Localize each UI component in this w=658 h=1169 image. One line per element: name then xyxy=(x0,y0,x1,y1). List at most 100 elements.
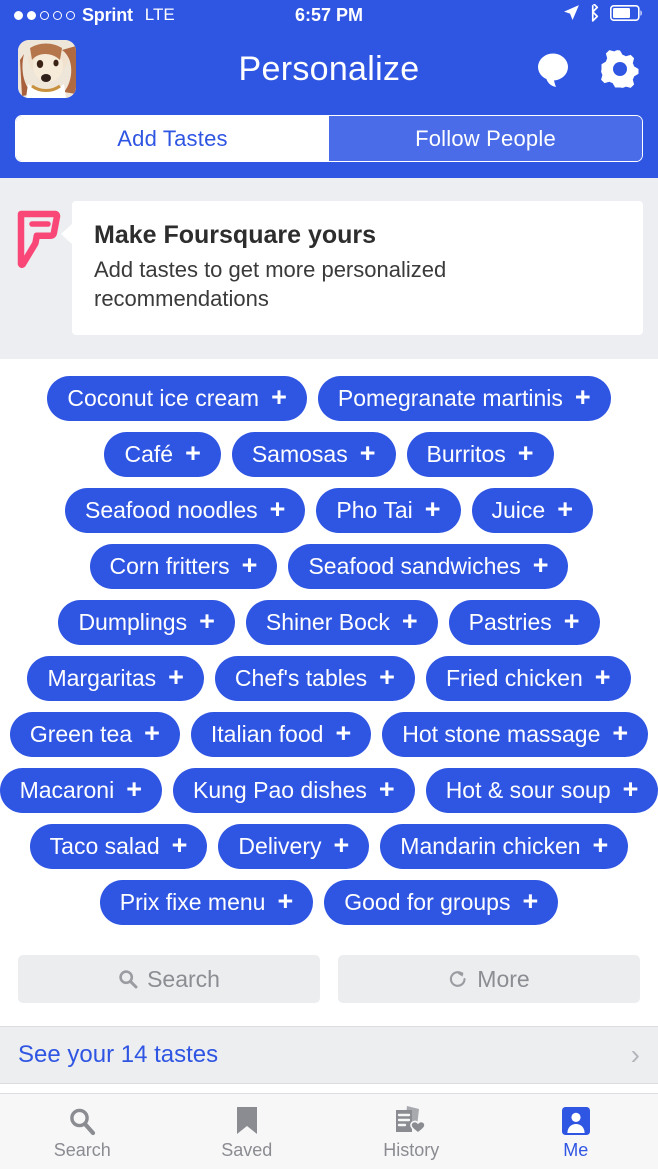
taste-pill[interactable]: Pastries + xyxy=(448,600,600,645)
taste-pill-label: Delivery xyxy=(238,833,322,859)
add-taste-icon[interactable]: + xyxy=(277,888,293,915)
taste-row: Margaritas + Chef's tables + Fried chicken + xyxy=(10,656,648,701)
tab-me[interactable]: Me xyxy=(494,1094,658,1169)
taste-pill[interactable]: Green tea + xyxy=(9,712,180,757)
avatar[interactable] xyxy=(18,40,76,98)
signal-dot xyxy=(40,10,49,20)
taste-pill[interactable]: Burritos + xyxy=(406,432,554,477)
taste-pill[interactable]: Corn fritters + xyxy=(89,544,278,589)
taste-pill-label: Seafood sandwiches xyxy=(308,553,521,579)
taste-pill-label: Coconut ice cream xyxy=(67,385,260,411)
taste-pill[interactable]: Samosas + xyxy=(231,432,396,477)
add-taste-icon[interactable]: + xyxy=(271,384,287,411)
taste-pill-label: Pomegranate martinis xyxy=(337,385,563,411)
search-button[interactable]: Search xyxy=(18,955,320,1003)
add-taste-icon[interactable]: + xyxy=(425,496,441,523)
add-taste-icon[interactable]: + xyxy=(335,720,351,747)
history-receipt-heart-icon xyxy=(394,1102,428,1136)
add-taste-icon[interactable]: + xyxy=(557,496,573,523)
taste-pill[interactable]: Macaroni + xyxy=(0,768,162,813)
taste-pill-label: Prix fixe menu xyxy=(119,889,266,915)
taste-pill-label: Green tea xyxy=(29,721,133,747)
taste-pill[interactable]: Chef's tables + xyxy=(214,656,415,701)
taste-pill[interactable]: Italian food + xyxy=(190,712,372,757)
taste-pill-label: Good for groups xyxy=(344,889,511,915)
add-taste-icon[interactable]: + xyxy=(518,440,534,467)
tab-saved[interactable]: Saved xyxy=(165,1094,330,1169)
add-taste-icon[interactable]: + xyxy=(242,552,258,579)
add-taste-icon[interactable]: + xyxy=(402,608,418,635)
taste-pill[interactable]: Pomegranate martinis + xyxy=(317,376,611,421)
taste-pill[interactable]: Hot stone massage + xyxy=(382,712,649,757)
add-taste-icon[interactable]: + xyxy=(185,440,201,467)
taste-pill[interactable]: Pho Tai + xyxy=(316,488,461,533)
taste-pill-label: Margaritas xyxy=(47,665,157,691)
add-taste-icon[interactable]: + xyxy=(522,888,538,915)
taste-row: Dumplings + Shiner Bock + Pastries + xyxy=(10,600,648,645)
taste-pill[interactable]: Hot & sour soup + xyxy=(425,768,658,813)
signal-strength-icon xyxy=(14,10,75,20)
carrier-label: Sprint xyxy=(82,4,133,25)
network-type-label: LTE xyxy=(144,5,175,24)
taste-pill-label: Mandarin chicken xyxy=(400,833,581,859)
tab-search[interactable]: Search xyxy=(0,1094,165,1169)
taste-pill-label: Juice xyxy=(491,497,546,523)
taste-pill-label: Macaroni xyxy=(19,777,115,803)
add-taste-icon[interactable]: + xyxy=(126,776,142,803)
add-taste-icon[interactable]: + xyxy=(593,832,609,859)
status-bar-right xyxy=(563,1,644,27)
add-taste-icon[interactable]: + xyxy=(575,384,591,411)
add-taste-icon[interactable]: + xyxy=(168,664,184,691)
taste-row: Seafood noodles + Pho Tai + Juice + xyxy=(10,488,648,533)
taste-pill[interactable]: Mandarin chicken + xyxy=(380,824,629,869)
taste-pill[interactable]: Prix fixe menu + xyxy=(99,880,314,925)
gear-icon[interactable] xyxy=(600,49,640,89)
taste-pill-label: Seafood noodles xyxy=(84,497,258,523)
add-taste-icon[interactable]: + xyxy=(199,608,215,635)
taste-pill[interactable]: Juice + xyxy=(471,488,593,533)
see-tastes-row[interactable]: See your 14 tastes › xyxy=(0,1026,658,1084)
add-taste-icon[interactable]: + xyxy=(379,664,395,691)
taste-pill[interactable]: Seafood noodles + xyxy=(64,488,306,533)
signal-dot xyxy=(66,10,75,20)
taste-pill[interactable]: Margaritas + xyxy=(27,656,204,701)
add-taste-icon[interactable]: + xyxy=(360,440,376,467)
add-taste-icon[interactable]: + xyxy=(623,776,639,803)
taste-pill[interactable]: Coconut ice cream + xyxy=(47,376,307,421)
taste-pill[interactable]: Shiner Bock + xyxy=(245,600,438,645)
taste-pill[interactable]: Café + xyxy=(104,432,221,477)
add-taste-icon[interactable]: + xyxy=(564,608,580,635)
taste-pill[interactable]: Kung Pao dishes + xyxy=(173,768,415,813)
add-taste-icon[interactable]: + xyxy=(144,720,160,747)
taste-pill[interactable]: Fried chicken + xyxy=(425,656,631,701)
taste-pill[interactable]: Dumplings + xyxy=(58,600,235,645)
bluetooth-icon xyxy=(589,1,601,27)
avatar-dog-photo xyxy=(18,40,76,98)
segment-container: Add Tastes Follow People xyxy=(0,108,658,178)
more-button[interactable]: More xyxy=(338,955,640,1003)
tab-me-label: Me xyxy=(563,1140,589,1160)
tab-history[interactable]: History xyxy=(329,1094,494,1169)
chat-bubble-icon[interactable] xyxy=(534,49,574,89)
taste-pill[interactable]: Good for groups + xyxy=(324,880,559,925)
add-taste-icon[interactable]: + xyxy=(612,720,628,747)
taste-pill-label: Pho Tai xyxy=(336,497,413,523)
add-taste-icon[interactable]: + xyxy=(533,552,549,579)
taste-pill[interactable]: Taco salad + xyxy=(29,824,208,869)
more-button-label: More xyxy=(477,965,530,992)
add-taste-icon[interactable]: + xyxy=(595,664,611,691)
tab-add-tastes[interactable]: Add Tastes xyxy=(16,116,329,161)
taste-pill-label: Burritos xyxy=(426,441,506,467)
banner-title: Make Foursquare yours xyxy=(94,221,377,249)
add-taste-icon[interactable]: + xyxy=(334,832,350,859)
add-taste-icon[interactable]: + xyxy=(172,832,188,859)
taste-row: Café + Samosas + Burritos + xyxy=(10,432,648,477)
taste-pill[interactable]: Delivery + xyxy=(218,824,370,869)
banner-subtitle: Add tastes to get more personalized reco… xyxy=(94,256,447,311)
add-taste-icon[interactable]: + xyxy=(270,496,286,523)
tab-follow-people[interactable]: Follow People xyxy=(329,116,642,161)
taste-pill[interactable]: Seafood sandwiches + xyxy=(288,544,569,589)
taste-pill-label: Kung Pao dishes xyxy=(193,777,367,803)
foursquare-logo-icon xyxy=(15,210,61,268)
add-taste-icon[interactable]: + xyxy=(379,776,395,803)
